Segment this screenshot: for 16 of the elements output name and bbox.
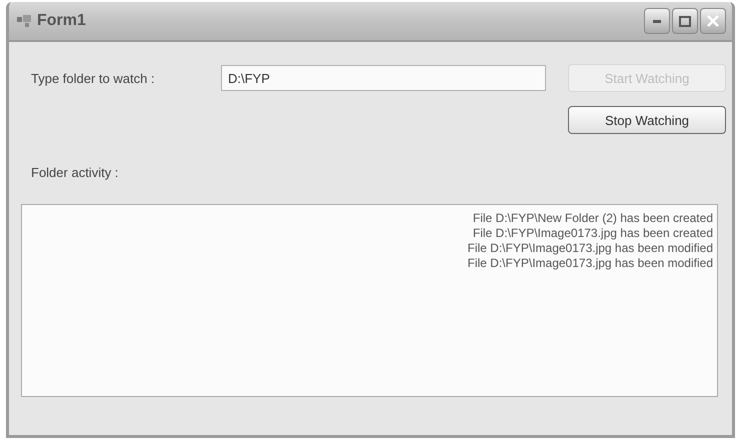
window-title: Form1 bbox=[37, 12, 87, 30]
minimize-icon bbox=[653, 20, 661, 22]
activity-label: Folder activity : bbox=[31, 164, 118, 180]
app-icon bbox=[17, 15, 31, 27]
folder-field[interactable]: D:\FYP bbox=[221, 65, 546, 91]
log-line: File D:\FYP\Image0173.jpg has been created bbox=[472, 226, 713, 241]
watch-button[interactable]: Stop Watching bbox=[568, 106, 726, 134]
log-line: File D:\FYP\New Folder (2) has been created bbox=[472, 211, 713, 226]
maximize-button[interactable] bbox=[672, 8, 698, 34]
maximize-icon bbox=[679, 16, 691, 26]
log-line: File D:\FYP\Image0173.jpg has been modified bbox=[468, 256, 713, 271]
close-icon bbox=[707, 15, 719, 27]
field-label: Type folder to watch : bbox=[31, 70, 155, 86]
log-line: File D:\FYP\Image0173.jpg has been modified bbox=[468, 241, 713, 256]
close-button[interactable] bbox=[700, 8, 726, 34]
minimize-button[interactable] bbox=[644, 8, 670, 34]
